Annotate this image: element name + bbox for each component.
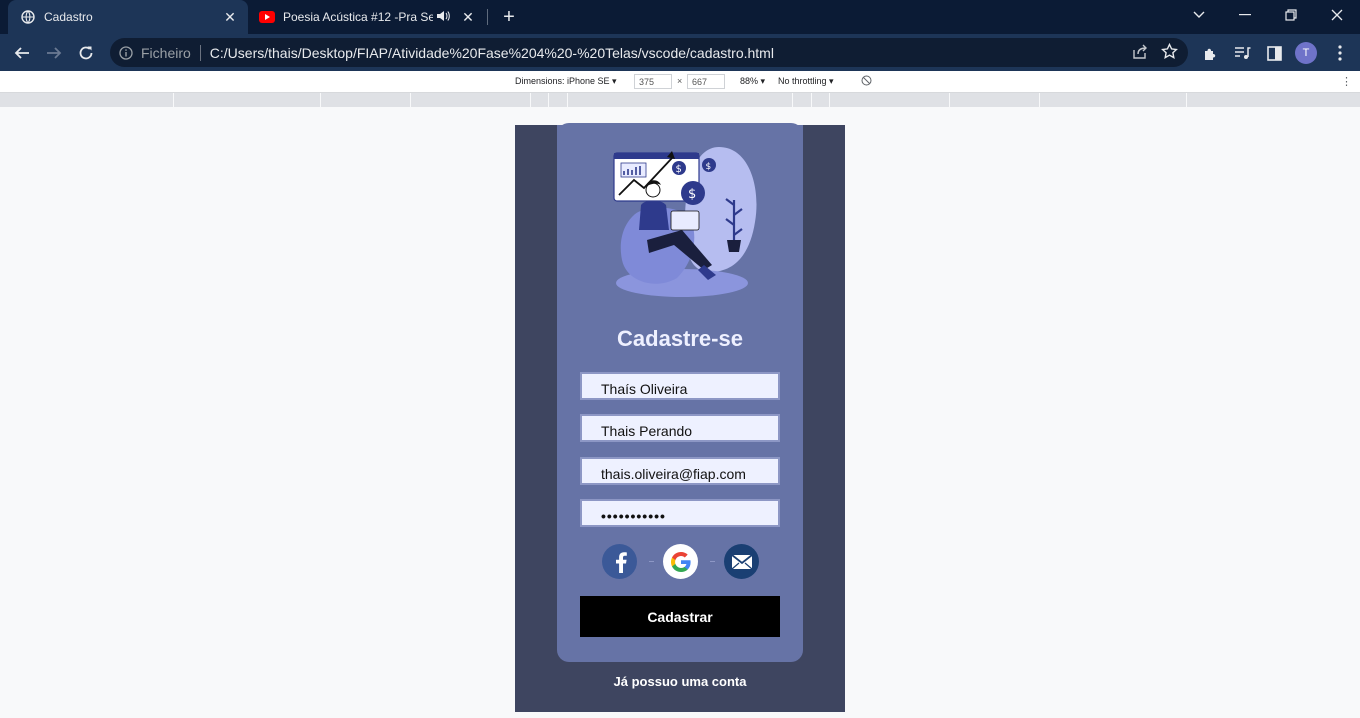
ruler-divider xyxy=(173,93,174,107)
back-icon[interactable] xyxy=(9,40,35,66)
password-field[interactable] xyxy=(580,499,780,527)
first-name-field[interactable] xyxy=(580,372,780,400)
ruler-divider xyxy=(792,93,793,107)
ruler-divider xyxy=(567,93,568,107)
forward-icon[interactable] xyxy=(41,40,67,66)
close-icon[interactable]: ✕ xyxy=(460,9,476,25)
window-close-icon[interactable] xyxy=(1314,0,1360,30)
scheme-label: Ficheiro xyxy=(141,44,191,61)
star-icon[interactable] xyxy=(1161,42,1178,65)
speaker-icon[interactable] xyxy=(436,10,450,25)
throttle-select[interactable]: No throttling ▾ xyxy=(778,76,834,87)
tab-title: Cadastro xyxy=(44,10,93,24)
ruler-divider xyxy=(829,93,830,107)
side-panel-icon[interactable] xyxy=(1264,43,1284,63)
new-tab-icon[interactable]: + xyxy=(498,6,520,28)
url-text[interactable]: C:/Users/thais/Desktop/FIAP/Atividade%20… xyxy=(210,45,774,61)
width-input[interactable]: 375 xyxy=(634,74,672,89)
menu-icon[interactable] xyxy=(1330,43,1350,63)
tab-strip: Cadastro ✕ Poesia Acústica #12 -Pra Sem … xyxy=(0,0,1360,34)
divider xyxy=(710,561,715,562)
reload-icon[interactable] xyxy=(73,40,99,66)
rotate-icon[interactable] xyxy=(861,75,872,88)
minimize-icon[interactable] xyxy=(1222,0,1268,30)
ruler-divider xyxy=(530,93,531,107)
ruler-divider xyxy=(811,93,812,107)
social-login-row xyxy=(557,544,803,580)
height-input[interactable]: 667 xyxy=(687,74,725,89)
svg-text:$: $ xyxy=(676,164,682,175)
ruler-divider xyxy=(320,93,321,107)
restore-icon[interactable] xyxy=(1268,0,1314,30)
tab-separator xyxy=(487,9,488,25)
divider xyxy=(199,44,201,61)
globe-icon xyxy=(20,9,36,25)
facebook-icon[interactable] xyxy=(602,544,637,579)
extensions-icon[interactable] xyxy=(1200,43,1220,63)
signup-card: $ $ $ Cadastre-se Thaís Oliveira Thais P… xyxy=(557,123,803,662)
info-icon[interactable] xyxy=(119,45,133,60)
zoom-select[interactable]: 88% ▾ xyxy=(740,76,765,87)
ruler-divider xyxy=(949,93,950,107)
device-select[interactable]: Dimensions: iPhone SE ▾ xyxy=(515,76,617,87)
address-bar[interactable]: Ficheiro C:/Users/thais/Desktop/FIAP/Ati… xyxy=(110,38,1188,67)
ruler-divider xyxy=(548,93,549,107)
more-options-icon[interactable]: ⋮ xyxy=(1341,75,1352,88)
times-sign: × xyxy=(677,76,683,86)
last-name-field[interactable] xyxy=(580,414,780,442)
login-link[interactable]: Já possuo uma conta xyxy=(515,674,845,689)
page-title: Cadastre-se xyxy=(617,326,743,351)
mail-icon[interactable] xyxy=(724,544,759,579)
device-toolbar: Dimensions: iPhone SE ▾ 375 × 667 88% ▾ … xyxy=(0,71,1360,93)
youtube-icon xyxy=(259,9,275,25)
illustration-image: $ $ $ xyxy=(613,147,757,297)
tab-cadastro[interactable]: Cadastro ✕ xyxy=(8,0,248,34)
close-icon[interactable]: ✕ xyxy=(222,9,238,25)
svg-text:$: $ xyxy=(706,162,712,172)
email-field[interactable] xyxy=(580,457,780,485)
google-icon[interactable] xyxy=(663,544,698,579)
ruler-divider xyxy=(1186,93,1187,107)
ruler-divider xyxy=(1039,93,1040,107)
tab-youtube[interactable]: Poesia Acústica #12 -Pra Sem ✕ xyxy=(250,0,486,34)
share-icon[interactable] xyxy=(1132,44,1148,64)
device-viewport: $ $ $ Cadastre-se Thaís Oliveira Thais P… xyxy=(515,123,845,712)
profile-avatar[interactable]: T xyxy=(1295,42,1317,64)
media-query-ruler[interactable] xyxy=(0,93,1360,107)
svg-text:$: $ xyxy=(688,187,696,202)
divider xyxy=(649,561,654,562)
ruler-divider xyxy=(410,93,411,107)
tab-search-icon[interactable] xyxy=(1176,0,1222,30)
browser-toolbar: Ficheiro C:/Users/thais/Desktop/FIAP/Ati… xyxy=(0,34,1360,71)
tab-title: Poesia Acústica #12 -Pra Sem xyxy=(283,10,433,24)
media-control-icon[interactable] xyxy=(1232,43,1252,63)
submit-button[interactable]: Cadastrar xyxy=(580,596,780,637)
